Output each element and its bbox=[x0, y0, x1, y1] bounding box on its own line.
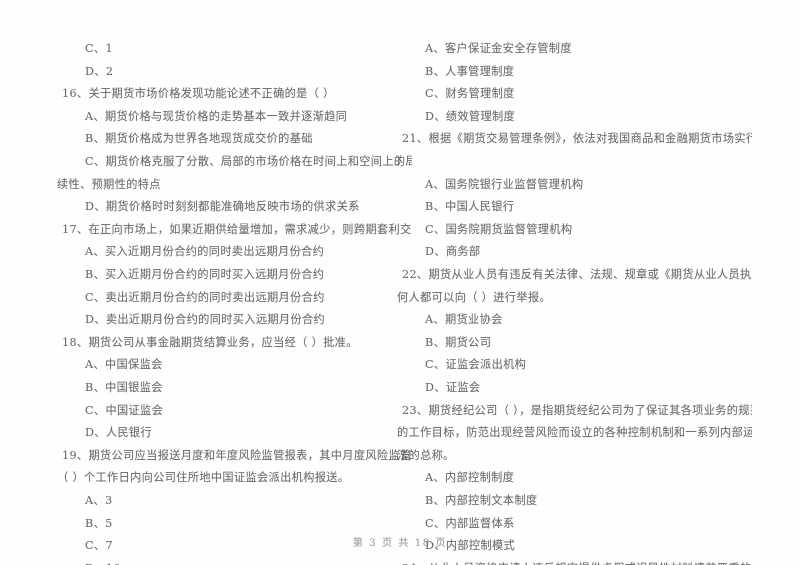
answer-option: B、内部控制文本制度 bbox=[425, 494, 538, 507]
question-text-continuation: 法的总称。 bbox=[397, 448, 455, 462]
question-text: 19、期货公司应当报送月度和年度风险监管报表，其中月度风险监管报表应当于月度终了… bbox=[62, 448, 412, 462]
answer-option: C、国务院期货监督管理机构 bbox=[425, 222, 573, 236]
answer-option: D、绩效管理制度 bbox=[425, 109, 516, 123]
answer-option: C、1 bbox=[85, 42, 113, 55]
scanned-page: C、1 D、2 16、关于期货市场价格发现功能论述不正确的是（ ） A、期货价格与现货… bbox=[0, 0, 800, 565]
answer-option: A、中国保监会 bbox=[85, 358, 163, 372]
question-column-right: A、客户保证金安全存管制度 B、人事管理制度 C、财务管理制度 D、绩效管理制度 21、… bbox=[397, 0, 752, 565]
answer-option: A、期货业协会 bbox=[425, 313, 503, 327]
answer-option: A、客户保证金安全存管制度 bbox=[425, 42, 572, 55]
answer-option: B、中国人民银行 bbox=[425, 200, 515, 214]
question-text-continuation: 的工作目标，防范出现经营风险而设立的各种控制机制和一系列内部运作控制程序、措施和… bbox=[397, 426, 752, 440]
answer-option: A、内部控制制度 bbox=[425, 471, 515, 485]
answer-option: D、期货价格时时刻刻都能准确地反映市场的供求关系 bbox=[85, 200, 360, 214]
answer-option: D、2 bbox=[85, 64, 114, 78]
answer-option: C、卖出近期月份合约的同时卖出远期月份合约 bbox=[85, 290, 325, 304]
question-text-continuation: 续性、预期性的特点 bbox=[57, 177, 161, 191]
answer-option: D、卖出近期月份合约的同时买入远期月份合约 bbox=[85, 313, 326, 327]
answer-option: B、买入近期月份合约的同时买入远期月份合约 bbox=[85, 268, 325, 281]
page-footer: 第 3 页 共 18 页 bbox=[352, 538, 448, 549]
question-text-continuation: ） bbox=[397, 155, 409, 168]
answer-option: C、证监会派出机构 bbox=[425, 358, 527, 372]
answer-option: C、内部监督体系 bbox=[425, 516, 515, 530]
question-text: 16、关于期货市场价格发现功能论述不正确的是（ ） bbox=[62, 87, 335, 101]
answer-option: B、5 bbox=[85, 516, 113, 530]
answer-option: C、期货价格克服了分散、局部的市场价格在时间上和空间上的局限性，具有公开性、连 bbox=[85, 155, 412, 168]
answer-option: B、人事管理制度 bbox=[425, 64, 515, 78]
question-text: 18、期货公司从事金融期货结算业务，应当经（ ）批准。 bbox=[62, 335, 358, 349]
answer-option: D、商务部 bbox=[425, 245, 481, 259]
question-text: 17、在正向市场上，如果近期供给量增加，需求减少，则跨期套利交易者应该进行（ ） bbox=[62, 222, 412, 236]
answer-option: D、证监会 bbox=[425, 381, 481, 394]
answer-option: B、期货公司 bbox=[425, 335, 492, 349]
question-text: 21、根据《期货交易管理条例》，依法对我国商品和金融期货市场实行监督管理的机构是… bbox=[402, 132, 752, 146]
answer-option: B、期货价格成为世界各地现货成交价的基础 bbox=[85, 132, 313, 146]
answer-option: B、中国银监会 bbox=[85, 381, 163, 394]
question-text: 23、期货经纪公司（ ），是指期货经纪公司为了保证其各项业务的规范运作，实现其既… bbox=[402, 403, 752, 417]
answer-option: C、财务管理制度 bbox=[425, 87, 515, 101]
answer-option: C、中国证监会 bbox=[85, 403, 164, 417]
question-text-continuation: 何人都可以向（ ）进行举报。 bbox=[397, 290, 551, 304]
answer-option: A、国务院银行业监督管理机构 bbox=[425, 177, 584, 191]
question-column-left: C、1 D、2 16、关于期货市场价格发现功能论述不正确的是（ ） A、期货价格与现货… bbox=[57, 0, 412, 565]
answer-option: A、3 bbox=[85, 494, 113, 507]
answer-option: A、期货价格与现货价格的走势基本一致并逐渐趋同 bbox=[85, 109, 348, 123]
question-text-continuation: （ ）个工作日内向公司住所地中国证监会派出机构报送。 bbox=[57, 471, 350, 485]
answer-option: D、人民银行 bbox=[85, 426, 153, 440]
question-text: 22、期货从业人员有违反有关法律、法规、规章或《期货从业人员执业行为准则》行为的… bbox=[402, 268, 752, 281]
answer-option: A、买入近期月份合约的同时卖出远期月份合约 bbox=[85, 245, 325, 259]
